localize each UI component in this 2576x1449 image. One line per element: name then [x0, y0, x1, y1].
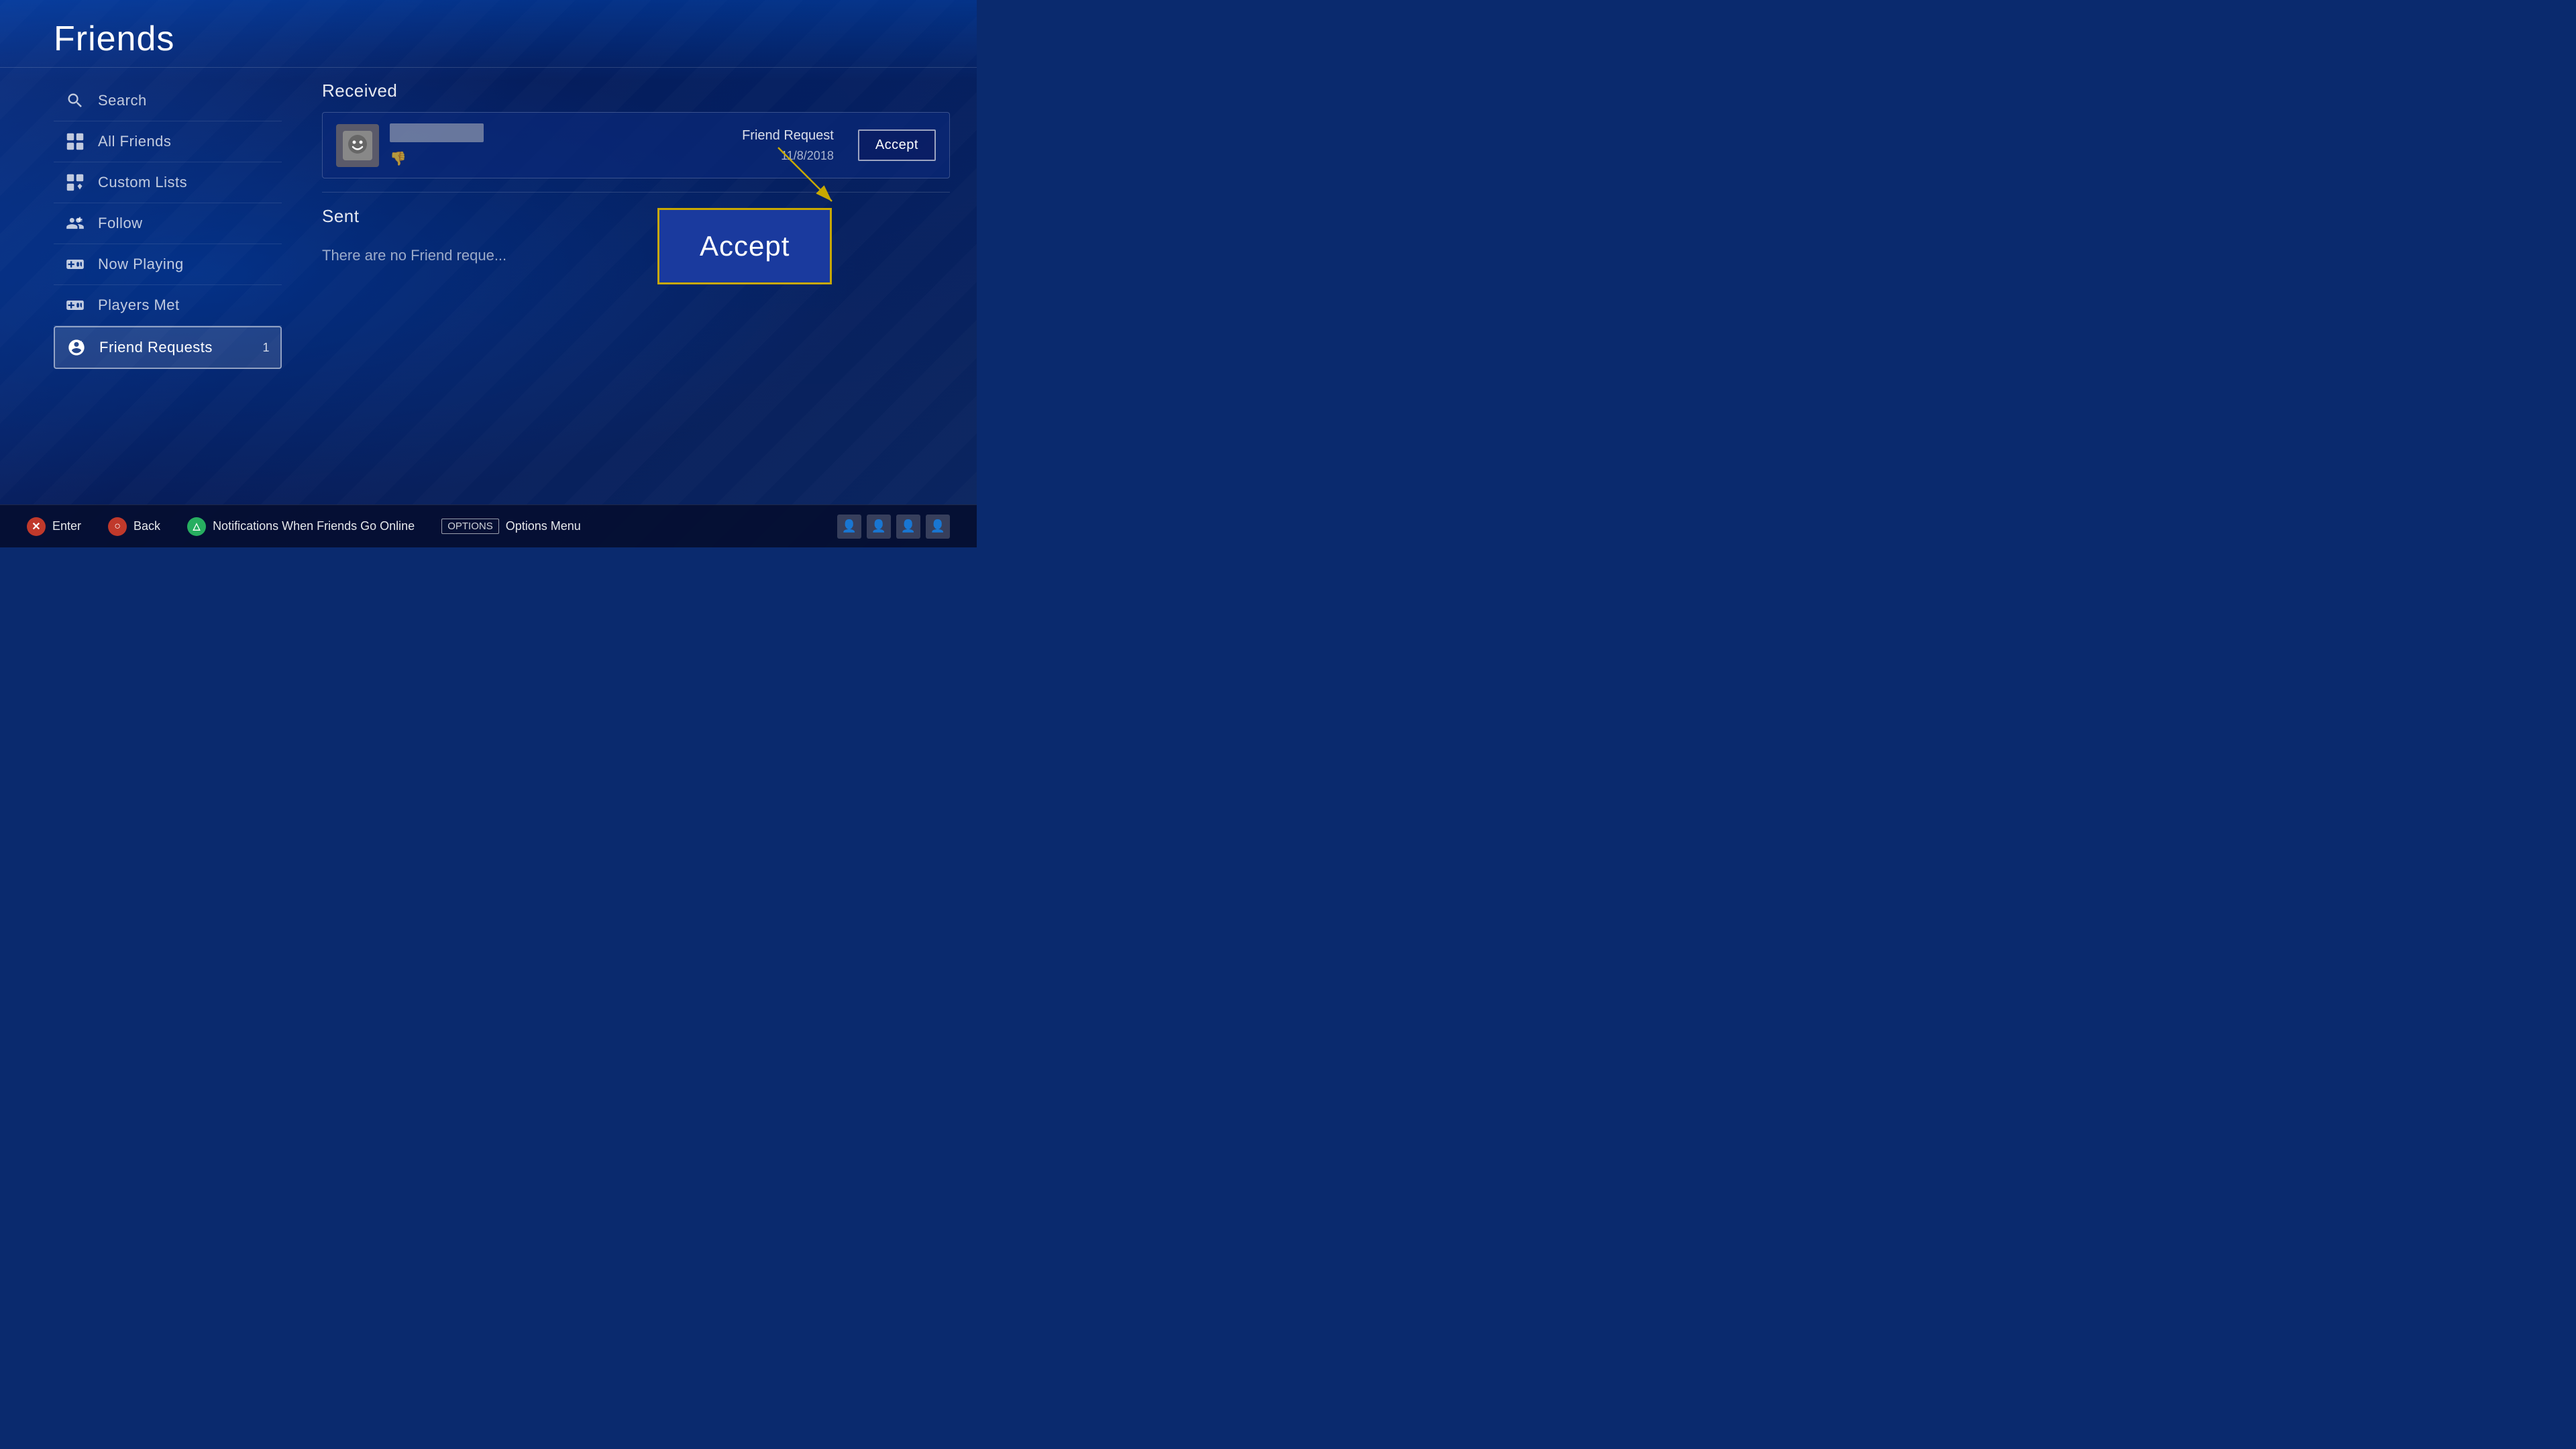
o-button-icon: ○	[108, 517, 127, 536]
username-redacted	[390, 123, 484, 142]
svg-text:+: +	[80, 339, 84, 345]
sidebar-item-friend-requests[interactable]: + Friend Requests 1	[54, 326, 282, 369]
sidebar: Search All Friends Custom Lists Follow N…	[54, 80, 282, 369]
section-divider	[322, 192, 950, 193]
profile-icon-3: 👤	[896, 515, 920, 539]
friend-requests-badge: 1	[262, 341, 270, 355]
sidebar-item-now-playing-label: Now Playing	[98, 256, 184, 273]
request-meta: Friend Request 11/8/2018	[742, 128, 834, 163]
now-playing-icon	[64, 254, 86, 275]
custom-lists-icon	[64, 172, 86, 193]
sidebar-item-custom-lists-label: Custom Lists	[98, 174, 187, 191]
avatar	[336, 124, 379, 167]
sidebar-item-players-met[interactable]: Players Met	[54, 285, 282, 326]
options-menu-label: Options Menu	[506, 519, 581, 533]
sidebar-item-search[interactable]: Search	[54, 80, 282, 121]
sidebar-item-follow-label: Follow	[98, 215, 143, 232]
main-content: Received 👎 Friend Request 11/8/2018 Acce…	[322, 80, 950, 264]
sent-section-title: Sent	[322, 206, 950, 227]
bottom-bar: ✕ Enter ○ Back △ Notifications When Frie…	[0, 504, 977, 547]
friend-requests-icon: +	[66, 337, 87, 358]
accept-button-large[interactable]: Accept	[657, 208, 832, 284]
sidebar-item-all-friends[interactable]: All Friends	[54, 121, 282, 162]
all-friends-icon	[64, 131, 86, 152]
sidebar-item-all-friends-label: All Friends	[98, 133, 171, 150]
profile-icon-2: 👤	[867, 515, 891, 539]
sidebar-item-players-met-label: Players Met	[98, 297, 180, 314]
friend-request-card: 👎 Friend Request 11/8/2018 Accept	[322, 112, 950, 178]
thumbs-down-icon: 👎	[390, 152, 407, 166]
triangle-button-icon: △	[187, 517, 206, 536]
sidebar-item-friend-requests-label: Friend Requests	[99, 339, 213, 356]
sidebar-item-search-label: Search	[98, 92, 147, 109]
bottom-right-icons: 👤 👤 👤 👤	[837, 515, 950, 539]
options-control: OPTIONS Options Menu	[441, 519, 581, 534]
players-met-icon	[64, 294, 86, 316]
accept-button-small[interactable]: Accept	[858, 129, 936, 161]
options-badge: OPTIONS	[441, 519, 499, 534]
follow-icon	[64, 213, 86, 234]
sidebar-item-follow[interactable]: Follow	[54, 203, 282, 244]
sent-empty-message: There are no Friend reque...	[322, 247, 950, 264]
request-date: 11/8/2018	[742, 149, 834, 163]
sidebar-item-now-playing[interactable]: Now Playing	[54, 244, 282, 285]
received-section-title: Received	[322, 80, 950, 101]
search-icon	[64, 90, 86, 111]
notifications-label: Notifications When Friends Go Online	[213, 519, 415, 533]
profile-icon-1: 👤	[837, 515, 861, 539]
back-label: Back	[133, 519, 160, 533]
back-control: ○ Back	[108, 517, 160, 536]
notifications-control: △ Notifications When Friends Go Online	[187, 517, 415, 536]
enter-label: Enter	[52, 519, 81, 533]
accept-highlight-container: Accept	[657, 208, 832, 284]
user-info: 👎	[390, 123, 731, 167]
x-button-icon: ✕	[27, 517, 46, 536]
title-divider	[0, 67, 977, 68]
sidebar-item-custom-lists[interactable]: Custom Lists	[54, 162, 282, 203]
profile-icon-4: 👤	[926, 515, 950, 539]
enter-control: ✕ Enter	[27, 517, 81, 536]
page-title: Friends	[54, 19, 174, 59]
request-type: Friend Request	[742, 128, 834, 144]
